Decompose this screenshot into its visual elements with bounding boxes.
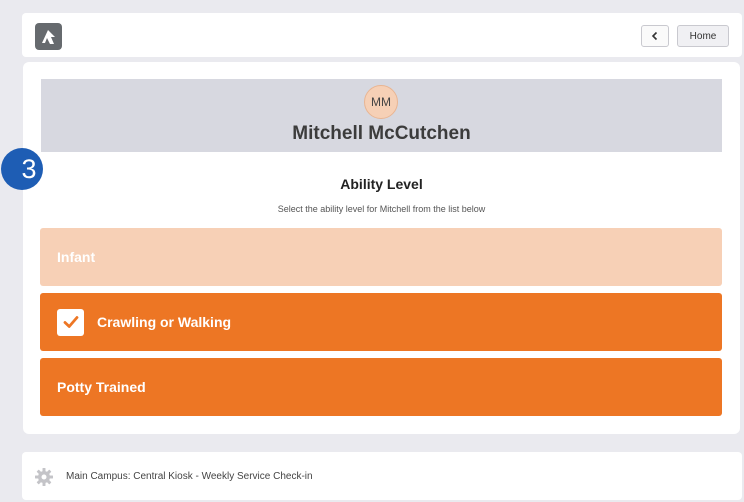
top-bar: Home [22,13,742,57]
option-label: Infant [57,249,96,265]
avatar: MM [364,85,398,119]
chevron-left-icon [651,31,658,41]
ability-option-potty-trained[interactable]: Potty Trained [40,358,722,416]
ability-option-crawling-or-walking[interactable]: Crawling or Walking [40,293,722,351]
back-button[interactable] [641,25,669,47]
kiosk-location-text: Main Campus: Central Kiosk - Weekly Serv… [66,471,313,482]
ability-level-card: MM Mitchell McCutchen 3 Ability Level Se… [1,62,740,434]
section-title: Ability Level [340,176,423,192]
person-name: Mitchell McCutchen [292,123,471,144]
checkbox-checked-icon [57,308,84,336]
section-subtitle: Select the ability level for Mitchell fr… [277,204,486,214]
ability-option-infant[interactable]: Infant [40,228,722,286]
option-label: Crawling or Walking [97,314,232,330]
person-header: MM Mitchell McCutchen [41,79,722,152]
option-label: Potty Trained [57,379,146,395]
kiosk-footer: Main Campus: Central Kiosk - Weekly Serv… [22,452,742,500]
gear-icon[interactable] [34,467,54,487]
rock-logo-icon [35,23,62,50]
home-button[interactable]: Home [677,25,729,47]
